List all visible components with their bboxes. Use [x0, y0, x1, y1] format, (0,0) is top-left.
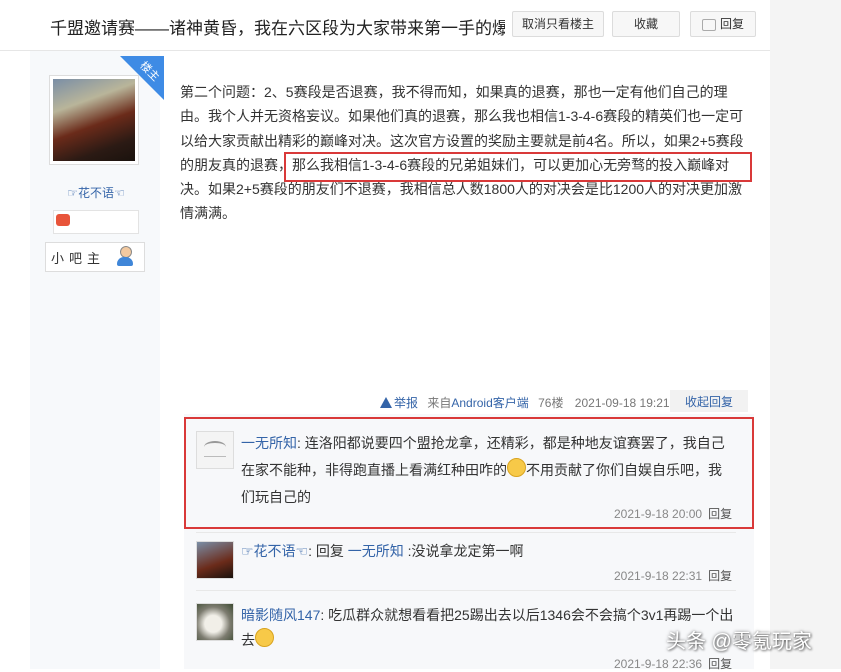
role-label: 小吧主: [51, 251, 106, 266]
page-background-strip: [770, 0, 841, 669]
source-watermark: 头条 @零氪玩家: [666, 631, 812, 653]
reply-target-link[interactable]: 一无所知: [348, 543, 404, 559]
smile-emoji-icon: [255, 628, 274, 647]
reply-meta: 2021-9-18 22:36 回复: [614, 655, 732, 672]
author-name[interactable]: ☞花不语☜: [48, 184, 144, 201]
favorite-button[interactable]: 收藏: [612, 11, 680, 37]
post-timestamp: 2021-09-18 19:21: [574, 396, 670, 410]
reply-text: :没说拿龙定第一啊: [403, 543, 524, 559]
reply-meta: 2021-9-18 22:31 回复: [614, 567, 732, 584]
reply-user-link[interactable]: 一无所知: [241, 435, 297, 451]
divider: [196, 532, 736, 533]
reply-meta: 2021-9-18 20:00 回复: [614, 505, 732, 522]
source-prefix: 来自: [427, 396, 452, 410]
reply-item: 暗影随风147: 吃瓜群众就想看看把25踢出去以后1346会不会搞个3v1再踢一…: [241, 603, 735, 653]
comment-icon: [701, 18, 716, 31]
user-icon: [116, 246, 134, 266]
owner-badge: 楼主: [120, 56, 164, 100]
only-owner-button[interactable]: 取消只看楼主: [512, 11, 604, 37]
reply-button-label: 回复: [719, 17, 744, 31]
thread-title: 千盟邀请赛——诸神黄昏，我在六区段为大家带来第一手的爆...: [50, 19, 505, 38]
avatar[interactable]: [196, 541, 234, 579]
reply-item: 一无所知: 连洛阳都说要四个盟抢龙拿，还精彩，都是种地友谊赛罢了，我自己在家不能…: [241, 430, 735, 511]
report-link[interactable]: 举报: [380, 396, 418, 410]
reply-user-link[interactable]: ☞花不语☜: [241, 543, 308, 559]
collapse-replies-button[interactable]: 收起回复: [670, 390, 748, 412]
warning-icon: [380, 397, 392, 408]
report-label: 举报: [394, 396, 419, 410]
reply-word: : 回复: [308, 543, 348, 559]
highlight-annotation: [284, 152, 752, 182]
smile-emoji-icon: [507, 458, 526, 477]
post-text-part: 决。如果2+5赛段的朋友们不退赛，我相信总人数1800人的对决会是比1200人的…: [180, 181, 743, 222]
reply-item: ☞花不语☜: 回复 一无所知 :没说拿龙定第一啊: [241, 541, 524, 561]
divider: [196, 590, 736, 591]
reply-time: 2021-9-18 20:00: [614, 507, 703, 521]
post-footer: 举报 来自Android客户端 76楼 2021-09-18 19:21: [380, 394, 670, 411]
reply-time: 2021-9-18 22:31: [614, 569, 703, 583]
avatar[interactable]: [196, 431, 234, 469]
gamepad-icon: [56, 214, 70, 226]
reply-link[interactable]: 回复: [708, 507, 732, 521]
client-source-link[interactable]: Android客户端: [451, 396, 528, 410]
avatar[interactable]: [196, 603, 234, 641]
reply-button[interactable]: 回复: [690, 11, 756, 37]
floor-number: 76楼: [538, 396, 564, 410]
reply-link[interactable]: 回复: [708, 569, 732, 583]
reply-user-link[interactable]: 暗影随风147: [241, 607, 320, 623]
